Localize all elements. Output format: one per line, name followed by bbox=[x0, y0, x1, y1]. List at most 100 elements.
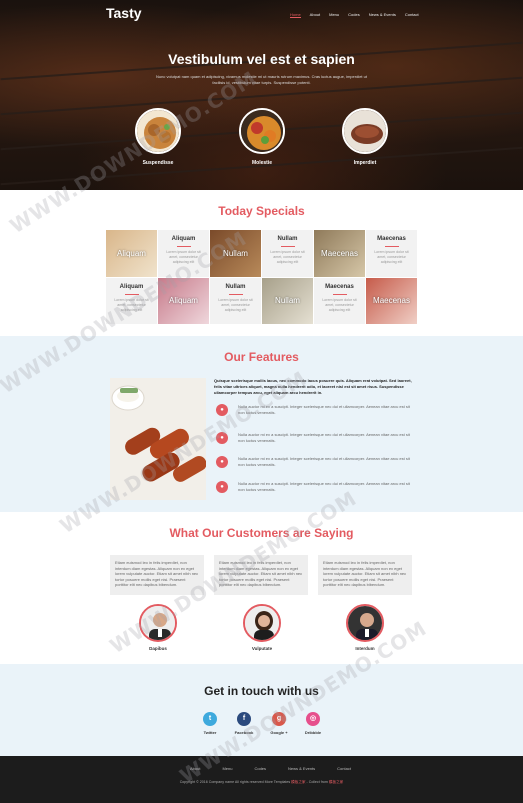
specials-section: Today Specials Aliquam Aliquam Lorem ips… bbox=[0, 190, 523, 336]
features-section: Our Features Quisque scelerisque mollis … bbox=[0, 336, 523, 512]
footer-nav-codes[interactable]: Codes bbox=[254, 766, 266, 771]
template-link[interactable]: 模板之家 bbox=[291, 780, 305, 784]
feature-item: ● Nulla auctor mi ex a suscipit. Integer… bbox=[214, 456, 414, 472]
template-text: More Templates bbox=[264, 780, 291, 784]
special-heading: Nullam bbox=[277, 236, 298, 242]
customer-name: Dapibus bbox=[149, 646, 167, 651]
social-label: Facebook bbox=[234, 730, 254, 735]
feature-item: ● Nulla auctor mi ex a suscipit. Integer… bbox=[214, 481, 414, 497]
special-photo[interactable]: Nullam bbox=[262, 277, 313, 324]
testimonials-section: What Our Customers are Saying Etiam euis… bbox=[0, 512, 523, 664]
special-blurb: Lorem ipsum dolor sit amet, consectetur … bbox=[218, 297, 253, 312]
customer-name: Vulputate bbox=[251, 646, 273, 651]
nav-contact[interactable]: Contact bbox=[405, 12, 419, 18]
avatar bbox=[346, 604, 384, 642]
feature-icon: ● bbox=[216, 481, 228, 493]
footer-nav: About Menu Codes News & Events Contact bbox=[190, 766, 351, 771]
features-title: Our Features bbox=[224, 350, 299, 364]
brand-logo[interactable]: Tasty bbox=[106, 5, 142, 21]
special-heading: Maecenas bbox=[325, 283, 354, 290]
nav-menu[interactable]: Menu bbox=[329, 12, 339, 18]
testimonial-quote: Etiam euismod leo in felis imperdiet, no… bbox=[110, 555, 204, 595]
feature-item: ● Nulla auctor mi ex a suscipit. Integer… bbox=[214, 404, 414, 420]
special-blurb: Lorem ipsum dolor sit amet, consectetur … bbox=[114, 297, 149, 312]
collect-link[interactable]: 模板之家 bbox=[329, 780, 343, 784]
feature-icon: ● bbox=[216, 432, 228, 444]
dish-label: Suspendisse bbox=[142, 160, 174, 166]
special-photo[interactable]: Aliquam bbox=[106, 230, 157, 277]
features-intro: Quisque scelerisque mollis lacus, nec co… bbox=[214, 378, 412, 395]
copyright: Copyright © 2016 Company name All rights… bbox=[0, 780, 523, 785]
feature-item: ● Nulla auctor mi ex a suscipit. Integer… bbox=[214, 432, 414, 448]
special-card[interactable]: Nullam Lorem ipsum dolor sit amet, conse… bbox=[262, 230, 313, 277]
hero-dish-2[interactable]: Molestie bbox=[238, 108, 286, 166]
special-overlay: Maecenas bbox=[373, 296, 410, 306]
special-overlay: Aliquam bbox=[117, 248, 146, 258]
footer-nav-contact[interactable]: Contact bbox=[337, 766, 351, 771]
special-card[interactable]: Aliquam Lorem ipsum dolor sit amet, cons… bbox=[158, 230, 209, 277]
special-blurb: Lorem ipsum dolor sit amet, consectetur … bbox=[322, 297, 357, 312]
special-card[interactable]: Maecenas Lorem ipsum dolor sit amet, con… bbox=[366, 230, 417, 277]
special-blurb: Lorem ipsum dolor sit amet, consectetur … bbox=[166, 250, 201, 264]
customer-name: Interdum bbox=[355, 646, 375, 651]
special-photo[interactable]: Maecenas bbox=[314, 230, 365, 277]
special-blurb: Lorem ipsum dolor sit amet, consectetur … bbox=[374, 250, 409, 264]
special-photo[interactable]: Nullam bbox=[210, 230, 261, 277]
special-overlay: Aliquam bbox=[169, 296, 198, 306]
special-overlay: Nullam bbox=[275, 296, 300, 306]
facebook-icon: f bbox=[237, 712, 251, 726]
customer-3: Interdum bbox=[335, 604, 395, 651]
main-nav: Home About Menu Codes News & Events Cont… bbox=[290, 12, 419, 18]
nav-codes[interactable]: Codes bbox=[348, 12, 360, 18]
hero-dish-3[interactable]: Imperdiet bbox=[341, 108, 389, 166]
nav-news-events[interactable]: News & Events bbox=[369, 12, 396, 18]
avatar bbox=[243, 604, 281, 642]
customer-2: Vulputate bbox=[232, 604, 292, 651]
contact-title: Get in touch with us bbox=[204, 684, 319, 698]
copyright-text: Copyright © 2016 Company name All rights… bbox=[179, 780, 264, 784]
dish-image bbox=[239, 108, 285, 154]
special-card[interactable]: Aliquam Lorem ipsum dolor sit amet, cons… bbox=[106, 277, 157, 324]
special-card[interactable]: Nullam Lorem ipsum dolor sit amet, conse… bbox=[210, 277, 261, 324]
contact-section: Get in touch with us t Twitter f Faceboo… bbox=[0, 664, 523, 756]
testimonial-quote: Etiam euismod leo in felis imperdiet, no… bbox=[214, 555, 308, 595]
social-label: Dribbble bbox=[304, 730, 322, 735]
feature-text: Nulla auctor mi ex a suscipit. Integer s… bbox=[238, 456, 410, 467]
feature-text: Nulla auctor mi ex a suscipit. Integer s… bbox=[238, 481, 410, 492]
hero-title: Vestibulum vel est et sapien bbox=[168, 51, 355, 67]
testimonials-title: What Our Customers are Saying bbox=[169, 526, 354, 540]
twitter-icon: t bbox=[203, 712, 217, 726]
special-heading: Maecenas bbox=[377, 236, 406, 242]
collect-text: - Collect from bbox=[306, 780, 328, 784]
nav-about[interactable]: About bbox=[310, 12, 320, 18]
special-heading: Nullam bbox=[225, 283, 246, 290]
dribbble-icon: ◎ bbox=[306, 712, 320, 726]
footer-nav-menu[interactable]: Menu bbox=[222, 766, 232, 771]
dish-label: Imperdiet bbox=[353, 160, 377, 166]
special-card[interactable]: Maecenas Lorem ipsum dolor sit amet, con… bbox=[314, 277, 365, 324]
google-plus-icon: g bbox=[272, 712, 286, 726]
feature-text: Nulla auctor mi ex a suscipit. Integer s… bbox=[238, 404, 410, 415]
special-blurb: Lorem ipsum dolor sit amet, consectetur … bbox=[270, 250, 305, 264]
dish-label: Molestie bbox=[251, 160, 272, 166]
special-heading: Aliquam bbox=[171, 236, 196, 242]
nav-home[interactable]: Home bbox=[290, 12, 301, 18]
social-facebook[interactable]: f Facebook bbox=[224, 712, 264, 735]
footer-nav-about[interactable]: About bbox=[190, 766, 200, 771]
special-photo[interactable]: Maecenas bbox=[366, 277, 417, 324]
features-image bbox=[110, 378, 206, 500]
special-photo[interactable]: Aliquam bbox=[158, 277, 209, 324]
special-heading: Aliquam bbox=[119, 283, 144, 290]
footer: About Menu Codes News & Events Contact C… bbox=[0, 756, 523, 803]
dish-image bbox=[342, 108, 388, 154]
feature-text: Nulla auctor mi ex a suscipit. Integer s… bbox=[238, 432, 410, 443]
footer-nav-news[interactable]: News & Events bbox=[288, 766, 315, 771]
customer-1: Dapibus bbox=[128, 604, 188, 651]
hero-dish-1[interactable]: Suspendisse bbox=[134, 108, 182, 166]
special-overlay: Maecenas bbox=[321, 248, 358, 258]
avatar bbox=[139, 604, 177, 642]
dish-image bbox=[135, 108, 181, 154]
feature-icon: ● bbox=[216, 456, 228, 468]
special-overlay: Nullam bbox=[223, 248, 248, 258]
social-dribbble[interactable]: ◎ Dribbble bbox=[293, 712, 333, 735]
